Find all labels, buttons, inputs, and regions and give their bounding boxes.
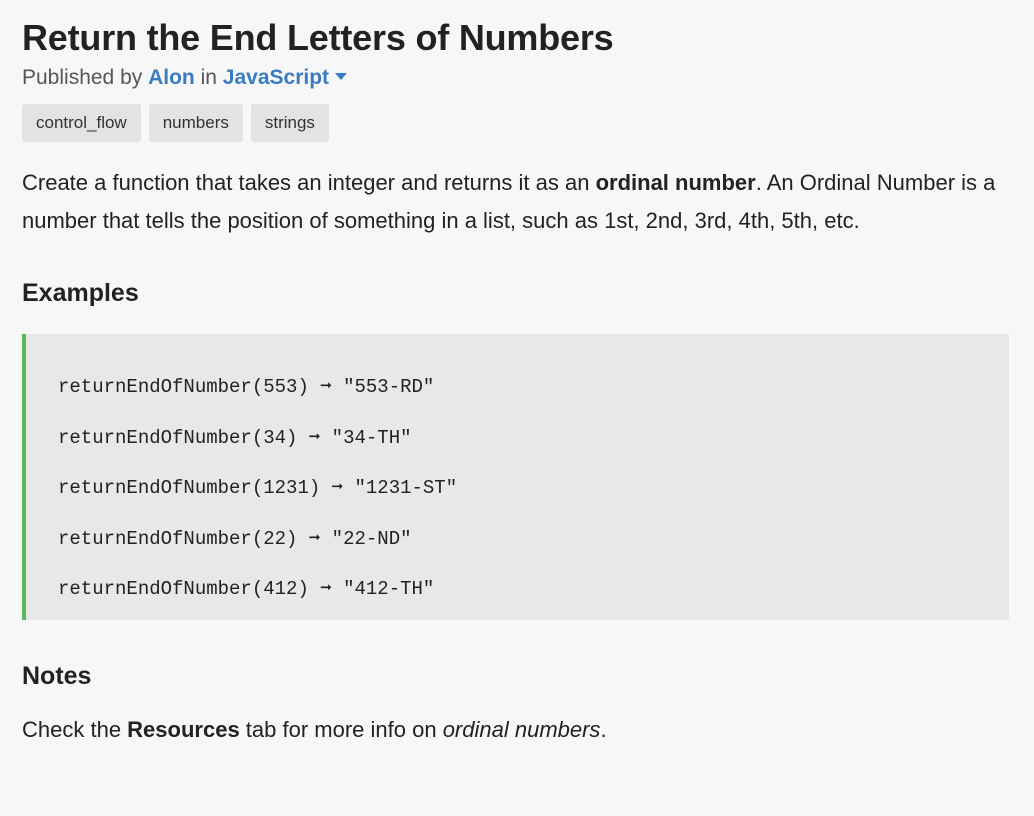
code-line: returnEndOfNumber(412) ➞ "412-TH" xyxy=(58,578,435,600)
language-label: JavaScript xyxy=(222,66,330,89)
tag-control-flow[interactable]: control_flow xyxy=(22,104,141,142)
byline: Published by Alon in JavaScript xyxy=(22,64,1012,92)
byline-middle: in xyxy=(200,66,217,89)
challenge-description: Create a function that takes an integer … xyxy=(22,164,1007,240)
challenge-title: Return the End Letters of Numbers xyxy=(22,17,614,58)
author-link[interactable]: Alon xyxy=(148,66,195,89)
description-bold-term: ordinal number xyxy=(595,170,756,195)
code-line: returnEndOfNumber(553) ➞ "553-RD" xyxy=(58,376,435,398)
notes-text-part: . xyxy=(600,717,607,742)
byline-prefix: Published by xyxy=(22,66,143,89)
examples-heading: Examples xyxy=(22,279,139,307)
code-line: returnEndOfNumber(22) ➞ "22-ND" xyxy=(58,527,412,550)
code-line: returnEndOfNumber(1231) ➞ "1231-ST" xyxy=(58,477,458,499)
notes-text: Check the Resources tab for more info on… xyxy=(22,714,1012,746)
examples-code-block: returnEndOfNumber(553) ➞ "553-RD" return… xyxy=(22,334,1009,620)
language-dropdown[interactable]: JavaScript xyxy=(222,66,348,89)
caret-down-icon xyxy=(335,72,348,80)
tag-numbers[interactable]: numbers xyxy=(148,104,243,142)
notes-text-part: tab for more info on xyxy=(239,717,443,742)
tag-strings[interactable]: strings xyxy=(250,104,329,142)
tag-list: control_flow numbers strings xyxy=(22,104,1012,142)
notes-italic-term: ordinal numbers xyxy=(442,717,601,742)
code-line: returnEndOfNumber(34) ➞ "34-TH" xyxy=(58,426,412,449)
description-text: Create a function that takes an integer … xyxy=(22,170,596,195)
notes-text-part: Check the xyxy=(22,717,128,742)
challenge-page: Return the End Letters of Numbers Publis… xyxy=(0,0,1034,816)
notes-heading: Notes xyxy=(22,662,92,690)
notes-resources-term: Resources xyxy=(127,717,240,742)
